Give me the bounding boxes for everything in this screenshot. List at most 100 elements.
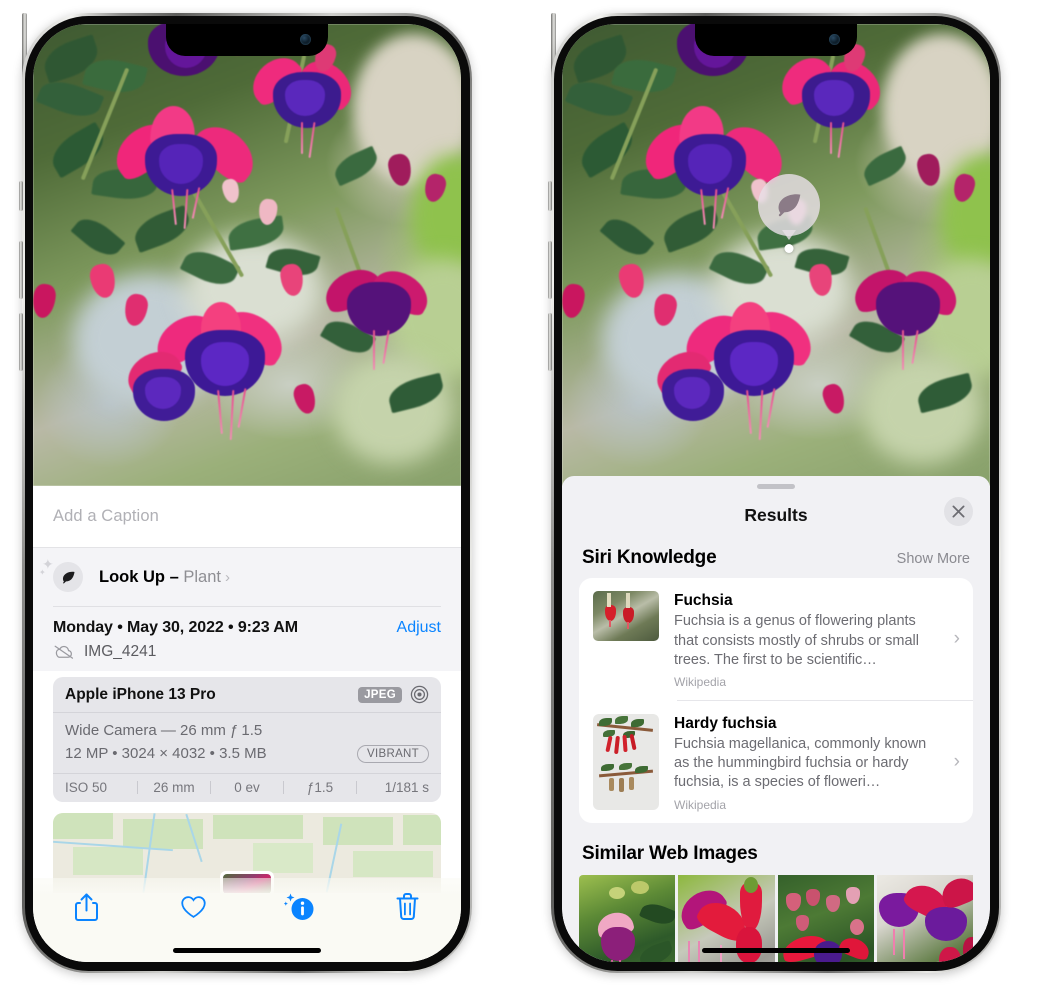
home-indicator-left bbox=[173, 948, 321, 953]
sparkle-icon: ✦ bbox=[39, 568, 46, 577]
aperture-icon bbox=[410, 685, 429, 704]
format-badge: JPEG bbox=[358, 686, 402, 703]
camera-header-tags: JPEG bbox=[358, 685, 429, 704]
photo-viewer-left[interactable] bbox=[33, 24, 461, 486]
exif-shutter-speed: 1/181 s bbox=[384, 779, 429, 795]
camera-info-card[interactable]: Apple iPhone 13 Pro JPEG Wide Camera — 2… bbox=[53, 677, 441, 802]
notch-right bbox=[695, 24, 857, 56]
exif-focal-length: 26 mm bbox=[153, 779, 195, 795]
phone-bezel-right: Results Siri Knowledge Show More Fuchsia… bbox=[562, 24, 990, 962]
camera-size-row: 12 MP • 3024 × 4032 • 3.5 MB VIBRANT bbox=[65, 743, 429, 765]
exif-row: ISO 50 26 mm 0 ev ƒ1.5 1/181 s bbox=[53, 774, 441, 802]
chevron-right-icon: › bbox=[224, 568, 230, 586]
share-icon bbox=[75, 893, 98, 921]
screenshot-stage: Add a Caption ✦ ✦ Look Up – Plant › Mond… bbox=[0, 0, 1055, 985]
show-more-button[interactable]: Show More bbox=[897, 551, 970, 567]
volume-down-button-right[interactable] bbox=[547, 313, 552, 371]
info-sparkle-icon bbox=[283, 893, 313, 920]
lookup-block: ✦ ✦ Look Up – Plant › bbox=[33, 548, 461, 607]
home-indicator-right bbox=[702, 948, 850, 953]
visual-lookup-marker[interactable] bbox=[758, 174, 820, 256]
info-button[interactable] bbox=[247, 892, 354, 924]
knowledge-entry-body: Fuchsia Fuchsia is a genus of flowering … bbox=[674, 591, 959, 689]
marker-bubble bbox=[758, 174, 820, 236]
camera-body: Wide Camera — 26 mm ƒ 1.5 12 MP • 3024 ×… bbox=[53, 713, 441, 773]
photo-stamen bbox=[830, 122, 832, 154]
photo-stamen bbox=[902, 330, 904, 370]
camera-device-name: Apple iPhone 13 Pro bbox=[65, 685, 216, 703]
favorite-button[interactable] bbox=[140, 892, 247, 922]
screen-left: Add a Caption ✦ ✦ Look Up – Plant › Mond… bbox=[33, 24, 461, 962]
silent-switch-right[interactable] bbox=[548, 181, 552, 211]
left-iphone-mockup: Add a Caption ✦ ✦ Look Up – Plant › Mond… bbox=[18, 13, 472, 973]
heart-icon bbox=[181, 896, 206, 918]
camera-size-line: 12 MP • 3024 × 4032 • 3.5 MB bbox=[65, 744, 267, 762]
results-title: Results bbox=[744, 504, 808, 525]
caption-input[interactable]: Add a Caption bbox=[53, 507, 159, 526]
delete-button[interactable] bbox=[354, 892, 461, 922]
photo-info-sheet: Add a Caption ✦ ✦ Look Up – Plant › Mond… bbox=[33, 486, 461, 962]
similar-web-images-header: Similar Web Images bbox=[562, 823, 990, 875]
phone-bezel-left: Add a Caption ✦ ✦ Look Up – Plant › Mond… bbox=[33, 24, 461, 962]
exif-exposure-compensation: 0 ev bbox=[234, 779, 260, 795]
exif-iso: ISO 50 bbox=[65, 779, 108, 795]
front-camera-icon bbox=[829, 34, 840, 45]
photo-stamen bbox=[301, 122, 303, 154]
siri-knowledge-title: Siri Knowledge bbox=[582, 547, 717, 568]
adjust-button[interactable]: Adjust bbox=[397, 619, 441, 637]
photo-stamen bbox=[373, 330, 375, 370]
fuchsia-web-image-4[interactable] bbox=[876, 874, 973, 962]
photo-date: Monday • May 30, 2022 • 9:23 AM bbox=[53, 619, 298, 636]
right-iphone-mockup: Results Siri Knowledge Show More Fuchsia… bbox=[547, 13, 1001, 973]
hardy-fuchsia-specimen-thumb bbox=[593, 713, 659, 810]
knowledge-entry-title: Fuchsia bbox=[674, 592, 733, 609]
cloud-slash-icon bbox=[54, 645, 74, 659]
front-camera-icon bbox=[300, 34, 311, 45]
look-up-kind: Plant bbox=[183, 567, 221, 586]
leaf-icon bbox=[778, 194, 801, 217]
info-sparkle-badge bbox=[283, 892, 318, 924]
trash-icon bbox=[396, 893, 419, 921]
camera-header: Apple iPhone 13 Pro JPEG bbox=[53, 677, 441, 712]
marker-tail bbox=[782, 230, 796, 240]
silent-switch-left[interactable] bbox=[19, 181, 23, 211]
camera-lens-line: Wide Camera — 26 mm ƒ 1.5 bbox=[65, 722, 263, 739]
marker-dot bbox=[784, 244, 794, 253]
knowledge-entry-description: Fuchsia is a genus of flowering plants t… bbox=[674, 613, 919, 668]
knowledge-entry-title: Hardy fuchsia bbox=[674, 714, 777, 732]
similar-web-images-title: Similar Web Images bbox=[582, 842, 758, 864]
volume-down-button-left[interactable] bbox=[18, 313, 23, 371]
volume-up-button-left[interactable] bbox=[18, 241, 23, 299]
knowledge-entry-body: Hardy fuchsia Fuchsia magellanica, commo… bbox=[674, 714, 959, 812]
knowledge-entry-fuchsia[interactable]: Fuchsia Fuchsia is a genus of flowering … bbox=[579, 578, 973, 700]
volume-up-button-right[interactable] bbox=[547, 241, 552, 299]
screen-right: Results Siri Knowledge Show More Fuchsia… bbox=[562, 24, 990, 962]
look-up-label: Look Up – Plant bbox=[99, 567, 221, 586]
filename-row: IMG_4241 bbox=[53, 643, 441, 661]
photo-metadata-block: Monday • May 30, 2022 • 9:23 AM Adjust I… bbox=[33, 607, 461, 671]
results-sheet: Results Siri Knowledge Show More Fuchsia… bbox=[562, 476, 990, 962]
knowledge-entry-source: Wikipedia bbox=[674, 797, 727, 812]
share-button[interactable] bbox=[33, 892, 140, 922]
fuchsia-web-image-1[interactable] bbox=[579, 874, 676, 962]
caption-field-row[interactable]: Add a Caption bbox=[33, 486, 461, 548]
results-header: Results bbox=[562, 489, 990, 541]
close-button[interactable] bbox=[944, 497, 973, 526]
exif-aperture: ƒ1.5 bbox=[306, 779, 334, 795]
knowledge-entry-source: Wikipedia bbox=[674, 674, 727, 689]
knowledge-entry-hardy-fuchsia[interactable]: Hardy fuchsia Fuchsia magellanica, commo… bbox=[579, 701, 973, 823]
photo-viewer-right[interactable] bbox=[562, 24, 990, 486]
metadata-top-row: Monday • May 30, 2022 • 9:23 AM Adjust bbox=[53, 619, 441, 637]
look-up-plant-row[interactable]: ✦ ✦ Look Up – Plant › bbox=[33, 548, 461, 606]
fuchsia-flowers-thumb bbox=[593, 591, 659, 641]
knowledge-entry-description: Fuchsia magellanica, commonly known as t… bbox=[674, 736, 927, 791]
leaf-badge: ✦ ✦ bbox=[39, 557, 83, 592]
siri-knowledge-card: Fuchsia Fuchsia is a genus of flowering … bbox=[579, 578, 973, 823]
photographic-style-badge: VIBRANT bbox=[357, 744, 429, 763]
photo-filename: IMG_4241 bbox=[84, 643, 157, 660]
chevron-right-icon: › bbox=[953, 627, 960, 649]
chevron-right-icon: › bbox=[953, 750, 960, 772]
close-icon bbox=[952, 505, 965, 518]
leaf-icon bbox=[62, 571, 75, 583]
notch-left bbox=[166, 24, 328, 56]
